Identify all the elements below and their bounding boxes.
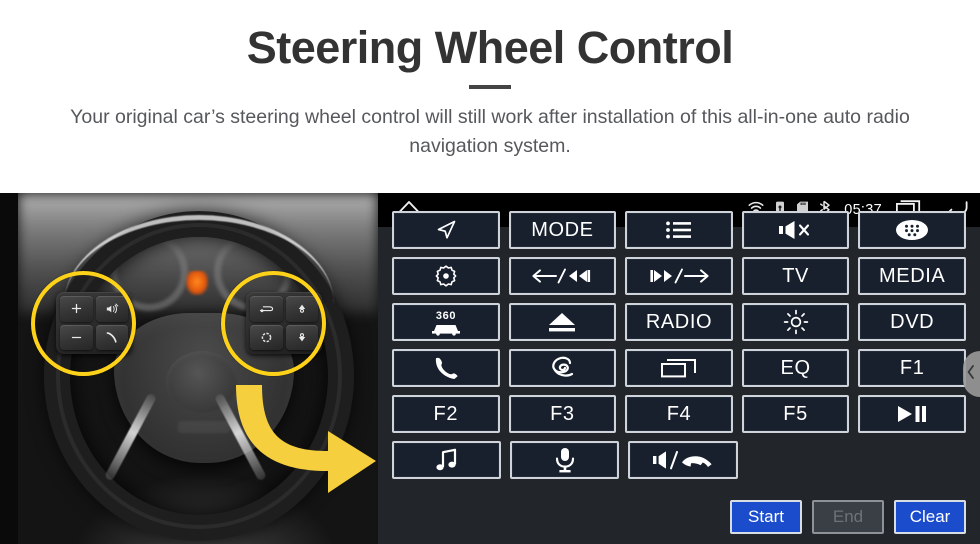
play-pause-icon — [895, 404, 929, 424]
highlight-circle-right — [221, 271, 326, 376]
eq-button[interactable]: EQ — [741, 349, 850, 387]
f3-button[interactable]: F3 — [508, 395, 617, 433]
camera-360-icon: 360 — [429, 308, 463, 336]
f1-button[interactable]: F1 — [858, 349, 966, 387]
page-title: Steering Wheel Control — [246, 22, 734, 73]
volume-hangup-icon — [652, 449, 714, 471]
eject-button[interactable] — [508, 303, 617, 341]
media-button[interactable]: MEDIA — [858, 257, 966, 295]
button-row-6 — [386, 441, 972, 479]
swirl-icon — [548, 355, 576, 381]
end-button[interactable]: End — [812, 500, 884, 534]
settings-button[interactable] — [392, 257, 500, 295]
content-area: 05:37 MODE TV MEDIA 360 RADIO DVD EQ F1 … — [0, 193, 980, 544]
voice-button[interactable] — [510, 441, 620, 479]
photo-canvas — [18, 193, 378, 544]
hub-logo — [178, 421, 230, 433]
tv-button[interactable]: TV — [741, 257, 850, 295]
pointer-arrow — [224, 375, 378, 505]
radio-button[interactable]: RADIO — [625, 303, 733, 341]
apps-button[interactable] — [858, 211, 966, 249]
button-row-1: MODE — [386, 211, 972, 249]
prev-track-icon — [531, 266, 593, 286]
drawer-handle[interactable] — [963, 351, 980, 397]
button-row-4: EQ F1 — [386, 349, 972, 387]
clear-button[interactable]: Clear — [894, 500, 966, 534]
chevron-left-icon — [967, 364, 975, 384]
brightness-button[interactable] — [741, 303, 850, 341]
list-button[interactable] — [625, 211, 733, 249]
action-buttons: Start End Clear — [730, 500, 966, 534]
steering-wheel-photo — [0, 193, 378, 544]
list-icon — [666, 221, 692, 239]
page-root: Steering Wheel Control Your original car… — [0, 0, 980, 544]
control-button-grid: MODE TV MEDIA 360 RADIO DVD EQ F1 F2 F3 … — [378, 211, 980, 502]
page-subtitle: Your original car’s steering wheel contr… — [70, 106, 910, 157]
window-icon — [660, 358, 697, 378]
next-track-icon — [648, 266, 710, 286]
dvd-button[interactable]: DVD — [858, 303, 966, 341]
window-button[interactable] — [625, 349, 733, 387]
button-row-2: TV MEDIA — [386, 257, 972, 295]
mute-button[interactable] — [741, 211, 850, 249]
navigation-arrow-icon — [434, 218, 458, 242]
svg-text:360: 360 — [436, 310, 456, 322]
f5-button[interactable]: F5 — [741, 395, 850, 433]
brightness-icon — [783, 309, 809, 335]
microphone-icon — [554, 447, 576, 473]
apps-grid-icon — [895, 219, 929, 241]
f2-button[interactable]: F2 — [392, 395, 500, 433]
music-button[interactable] — [392, 441, 502, 479]
title-divider — [469, 85, 511, 90]
camera-360-button[interactable]: 360 — [392, 303, 500, 341]
gear-dot-icon — [434, 264, 458, 288]
mute-icon — [778, 220, 813, 240]
page-header: Steering Wheel Control Your original car… — [0, 0, 980, 160]
nav-button[interactable] — [392, 211, 500, 249]
button-row-5: F2 F3 F4 F5 — [386, 395, 972, 433]
phone-icon — [432, 355, 460, 381]
next-track-button[interactable] — [625, 257, 733, 295]
mode-button[interactable]: MODE — [508, 211, 617, 249]
play-pause-button[interactable] — [858, 395, 966, 433]
f4-button[interactable]: F4 — [625, 395, 733, 433]
car-radio-panel: 05:37 MODE TV MEDIA 360 RADIO DVD EQ F1 … — [378, 193, 980, 544]
prev-track-button[interactable] — [508, 257, 617, 295]
highlight-circle-left — [31, 271, 136, 376]
eject-icon — [547, 311, 577, 333]
music-note-icon — [434, 448, 460, 472]
phone-button[interactable] — [392, 349, 500, 387]
start-button[interactable]: Start — [730, 500, 802, 534]
button-row-3: 360 RADIO DVD — [386, 303, 972, 341]
volume-hangup-button[interactable] — [628, 441, 738, 479]
swirl-button[interactable] — [508, 349, 617, 387]
